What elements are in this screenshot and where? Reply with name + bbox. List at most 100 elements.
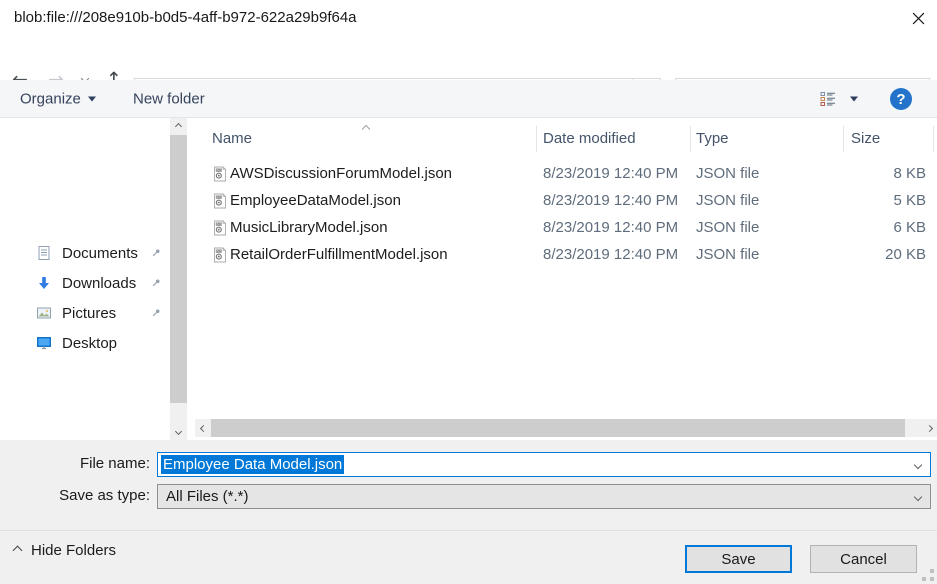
file-size: 20 KB	[796, 246, 926, 263]
horizontal-scrollbar	[195, 419, 937, 437]
json-file-icon: JSON	[212, 220, 228, 236]
dropdown-arrow-icon	[850, 96, 858, 101]
file-row[interactable]: JSON AWSDiscussionForumModel.json 8/23/2…	[195, 160, 937, 187]
file-browser: Documents Downloads Pictures Desktop One…	[0, 118, 937, 440]
save-button[interactable]: Save	[685, 545, 792, 573]
svg-text:JSON: JSON	[216, 223, 223, 226]
button-bar: Hide Folders Save Cancel	[0, 530, 937, 584]
column-divider	[536, 126, 537, 152]
file-date-modified: 8/23/2019 12:40 PM	[543, 192, 678, 209]
save-as-type-label: Save as type:	[0, 487, 150, 504]
file-row[interactable]: JSON EmployeeDataModel.json 8/23/2019 12…	[195, 187, 937, 214]
desktop-icon	[36, 335, 52, 351]
chevron-up-icon	[175, 123, 182, 130]
sidebar-item-downloads[interactable]: Downloads	[0, 268, 170, 298]
scrollbar-thumb[interactable]	[170, 135, 187, 403]
new-folder-button[interactable]: New folder	[133, 90, 205, 107]
pictures-icon	[36, 305, 52, 321]
help-button[interactable]: ?	[890, 88, 912, 110]
sidebar-item-label: Documents	[62, 245, 138, 262]
organize-label: Organize	[20, 90, 81, 107]
scroll-up-button[interactable]	[170, 118, 187, 135]
file-name: RetailOrderFulfillmentModel.json	[230, 246, 448, 263]
file-list: Name Date modified Type Size JSON AWSDis…	[195, 118, 937, 440]
file-date-modified: 8/23/2019 12:40 PM	[543, 246, 678, 263]
window-title: blob:file:///208e910b-b0d5-4aff-b972-622…	[14, 9, 357, 26]
save-as-dialog: blob:file:///208e910b-b0d5-4aff-b972-622…	[0, 0, 937, 584]
file-row[interactable]: JSON MusicLibraryModel.json 8/23/2019 12…	[195, 214, 937, 241]
file-type: JSON file	[696, 165, 759, 182]
new-folder-label: New folder	[133, 90, 205, 107]
file-size: 8 KB	[796, 165, 926, 182]
chevron-left-icon	[199, 424, 206, 431]
save-as-type-select[interactable]: All Files (*.*)	[157, 484, 931, 509]
view-options-button[interactable]	[820, 91, 840, 107]
sidebar-item-pictures[interactable]: Pictures	[0, 298, 170, 328]
json-file-icon: JSON	[212, 166, 228, 182]
column-header-type[interactable]: Type	[696, 126, 729, 152]
sidebar-item-documents[interactable]: Documents	[0, 238, 170, 268]
file-type: JSON file	[696, 192, 759, 209]
file-type: JSON file	[696, 246, 759, 263]
save-as-type-value: All Files (*.*)	[166, 488, 249, 505]
chevron-right-icon	[925, 424, 932, 431]
view-options-dropdown[interactable]	[850, 96, 858, 101]
file-date-modified: 8/23/2019 12:40 PM	[543, 219, 678, 236]
details-view-icon	[820, 91, 840, 107]
file-size: 6 KB	[796, 219, 926, 236]
help-label: ?	[896, 91, 905, 108]
column-header-date-modified[interactable]: Date modified	[543, 126, 636, 152]
file-name-input[interactable]: Employee Data Model.json	[157, 452, 931, 477]
file-name: EmployeeDataModel.json	[230, 192, 401, 209]
organize-button[interactable]: Organize	[20, 90, 96, 107]
chevron-up-icon	[13, 546, 23, 556]
title-bar: blob:file:///208e910b-b0d5-4aff-b972-622…	[0, 0, 937, 36]
resize-grip[interactable]	[922, 569, 934, 581]
column-header-name[interactable]: Name	[212, 126, 252, 152]
pin-icon	[150, 307, 162, 319]
sidebar-scrollbar	[170, 118, 187, 440]
column-divider	[843, 126, 844, 152]
dialog-footer: File name: Employee Data Model.json Save…	[0, 440, 937, 584]
scrollbar-thumb[interactable]	[211, 419, 905, 437]
svg-text:JSON: JSON	[216, 250, 223, 253]
pin-icon	[150, 277, 162, 289]
file-name: MusicLibraryModel.json	[230, 219, 388, 236]
file-name-dropdown-icon[interactable]	[915, 462, 921, 468]
dropdown-arrow-icon	[88, 96, 96, 101]
cancel-button[interactable]: Cancel	[810, 545, 917, 573]
documents-icon	[36, 245, 52, 261]
hide-folders-label: Hide Folders	[31, 542, 116, 559]
downloads-icon	[36, 275, 52, 291]
file-type: JSON file	[696, 219, 759, 236]
sidebar-item-label: Pictures	[62, 305, 116, 322]
file-date-modified: 8/23/2019 12:40 PM	[543, 165, 678, 182]
chevron-down-icon	[175, 428, 182, 435]
navigation-pane: Documents Downloads Pictures Desktop One…	[0, 118, 170, 440]
file-size: 5 KB	[796, 192, 926, 209]
scroll-left-button[interactable]	[195, 419, 211, 437]
navigation-bar: ← → ↑ This PC OSDisk (C:) models	[0, 36, 937, 80]
svg-text:JSON: JSON	[216, 196, 223, 199]
close-icon	[912, 12, 925, 25]
sidebar-item-desktop[interactable]: Desktop	[0, 328, 170, 358]
column-divider	[690, 126, 691, 152]
sort-ascending-icon	[363, 119, 369, 136]
file-row[interactable]: JSON RetailOrderFulfillmentModel.json 8/…	[195, 241, 937, 268]
file-name-selected-text: Employee Data Model.json	[161, 455, 344, 474]
column-divider	[933, 126, 934, 152]
scroll-right-button[interactable]	[921, 419, 937, 437]
scroll-down-button[interactable]	[170, 423, 187, 440]
save-as-type-dropdown-icon[interactable]	[915, 494, 921, 500]
close-button[interactable]	[905, 6, 931, 30]
sidebar-item-label: Downloads	[62, 275, 136, 292]
file-name: AWSDiscussionForumModel.json	[230, 165, 452, 182]
file-name-label: File name:	[0, 455, 150, 472]
hide-folders-button[interactable]: Hide Folders	[14, 542, 116, 559]
pin-icon	[150, 247, 162, 259]
command-toolbar: Organize New folder ?	[0, 80, 937, 118]
json-file-icon: JSON	[212, 193, 228, 209]
svg-text:JSON: JSON	[216, 169, 223, 172]
json-file-icon: JSON	[212, 247, 228, 263]
column-header-size[interactable]: Size	[851, 126, 880, 152]
